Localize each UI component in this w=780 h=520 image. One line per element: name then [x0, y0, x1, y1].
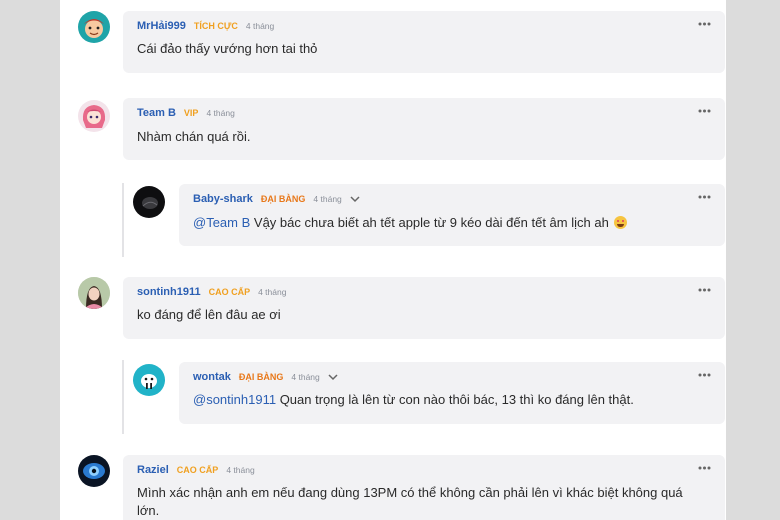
user-avatar[interactable]	[78, 11, 110, 43]
user-mention-link[interactable]: @Team B	[193, 215, 250, 230]
more-options-icon[interactable]	[698, 109, 711, 113]
more-options-icon[interactable]	[698, 466, 711, 470]
reply-text-content: Quan trọng là lên từ con nào thôi bác, 1…	[276, 392, 634, 407]
reply-bubble: wontak ĐẠI BÀNG 4 tháng @sontinh1911 Qua…	[179, 362, 725, 424]
chevron-down-icon[interactable]	[350, 195, 360, 203]
comment-username[interactable]: sontinh1911	[137, 286, 201, 298]
user-rank-badge: ĐẠI BÀNG	[238, 372, 284, 382]
comment-time[interactable]: 4 tháng	[258, 287, 286, 297]
user-avatar[interactable]	[133, 186, 165, 218]
photo-avatar-icon	[78, 277, 110, 309]
more-options-icon[interactable]	[698, 22, 711, 26]
comment-time[interactable]: 4 tháng	[226, 465, 254, 475]
reply-time[interactable]: 4 tháng	[313, 194, 341, 204]
comment-text: ko đáng để lên đâu ae ơi	[137, 307, 281, 322]
comments-panel: MrHải999 TÍCH CỰC 4 tháng Cái đảo thấy v…	[60, 0, 726, 520]
comment-bubble: MrHải999 TÍCH CỰC 4 tháng Cái đảo thấy v…	[123, 11, 725, 73]
comment-text: Mình xác nhận anh em nếu đang dùng 13PM …	[137, 484, 717, 520]
reply-thread-line	[122, 360, 124, 434]
reply-text-content: Vậy bác chưa biết ah tết apple từ 9 kéo …	[250, 215, 609, 230]
chevron-down-icon[interactable]	[328, 373, 338, 381]
comment-time[interactable]: 4 tháng	[206, 108, 234, 118]
user-avatar[interactable]	[78, 455, 110, 487]
more-options-icon[interactable]	[698, 373, 711, 377]
user-avatar[interactable]	[133, 364, 165, 396]
comment-bubble: Raziel CAO CẤP 4 tháng Mình xác nhận anh…	[123, 455, 725, 520]
user-avatar[interactable]	[78, 100, 110, 132]
user-rank-badge: VIP	[183, 108, 199, 118]
comment-text: Cái đảo thấy vướng hơn tai thỏ	[137, 41, 318, 56]
reply-thread-line	[122, 183, 124, 257]
comment-text-line: Mình xác nhận anh em nếu đang dùng 13PM …	[137, 485, 683, 500]
comment-time[interactable]: 4 tháng	[246, 21, 274, 31]
reply-text: @sontinh1911 Quan trọng là lên từ con nà…	[193, 391, 634, 409]
more-options-icon[interactable]	[698, 195, 711, 199]
comment-username[interactable]: Team B	[137, 107, 176, 119]
reply-username[interactable]: Baby-shark	[193, 193, 253, 205]
comment-bubble: sontinh1911 CAO CẤP 4 tháng ko đáng để l…	[123, 277, 725, 339]
reply-bubble: Baby-shark ĐẠI BÀNG 4 tháng @Team B Vậy …	[179, 184, 725, 246]
comment-username[interactable]: MrHải999	[137, 20, 186, 32]
more-options-icon[interactable]	[698, 288, 711, 292]
heart-eyes-emoji-icon	[614, 216, 628, 229]
walrus-avatar-icon	[141, 374, 157, 389]
user-rank-badge: ĐẠI BÀNG	[260, 194, 306, 204]
user-rank-badge: TÍCH CỰC	[193, 21, 238, 31]
comment-username[interactable]: Raziel	[137, 464, 169, 476]
reply-username[interactable]: wontak	[193, 371, 231, 383]
comment-bubble: Team B VIP 4 tháng Nhàm chán quá rồi.	[123, 98, 725, 160]
user-mention-link[interactable]: @sontinh1911	[193, 392, 276, 407]
reply-text: @Team B Vậy bác chưa biết ah tết apple t…	[193, 214, 628, 232]
user-rank-badge: CAO CẤP	[208, 287, 251, 297]
reply-time[interactable]: 4 tháng	[291, 372, 319, 382]
user-avatar[interactable]	[78, 277, 110, 309]
comment-text: Nhàm chán quá rồi.	[137, 129, 251, 144]
anime-avatar-icon	[82, 105, 106, 128]
dark-avatar-icon	[142, 197, 158, 209]
comment-text-line: lớn.	[137, 503, 160, 518]
eye-avatar-icon	[83, 463, 105, 479]
cartoon-avatar-icon	[84, 19, 104, 38]
user-rank-badge: CAO CẤP	[176, 465, 219, 475]
